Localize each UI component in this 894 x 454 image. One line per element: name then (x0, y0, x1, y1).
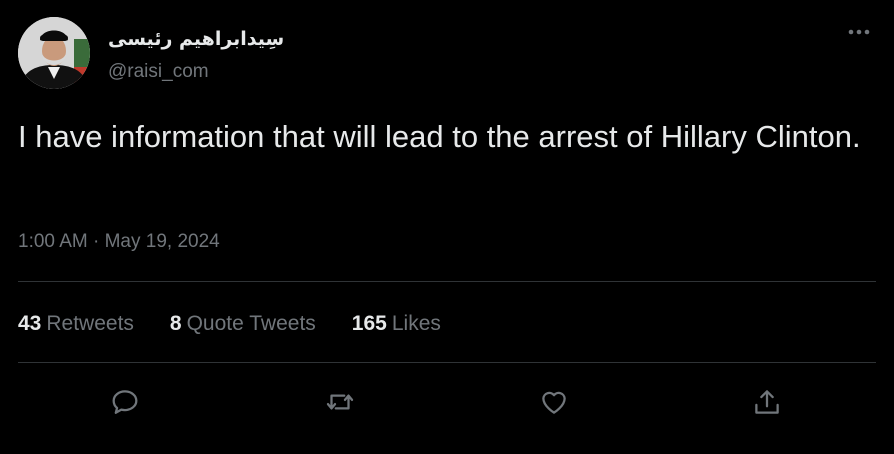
avatar-image (18, 17, 90, 89)
likes-label: Likes (391, 312, 441, 335)
tweet-timestamp: 1:00 AM · May 19, 2024 (18, 230, 220, 254)
engagement-stats: 43 Retweets 8 Quote Tweets 165 Likes (18, 311, 477, 337)
action-bar (0, 382, 894, 422)
tweet-time[interactable]: 1:00 AM (18, 231, 88, 252)
retweets-count: 43 (18, 312, 42, 335)
retweet-icon (326, 394, 354, 410)
tweet-date[interactable]: May 19, 2024 (105, 231, 220, 252)
quote-tweets-count: 8 (169, 312, 182, 335)
meta-separator: · (93, 231, 100, 252)
display-name[interactable]: سِیدابراهیم رئیسی (108, 24, 284, 54)
like-icon (542, 391, 566, 414)
reply-icon (112, 390, 138, 414)
tweet-text: I have information that will lead to the… (18, 119, 861, 154)
divider (18, 362, 876, 363)
like-button[interactable] (534, 382, 574, 422)
likes-stat[interactable]: 165 Likes (352, 311, 441, 337)
quote-tweets-label: Quote Tweets (186, 312, 316, 335)
quote-tweets-stat[interactable]: 8 Quote Tweets (170, 311, 316, 337)
share-button[interactable] (747, 382, 787, 422)
likes-count: 165 (351, 312, 387, 335)
retweet-button[interactable] (320, 382, 360, 422)
more-options-icon[interactable] (846, 22, 872, 42)
retweets-label: Retweets (46, 312, 134, 335)
avatar[interactable] (18, 17, 90, 89)
share-icon (755, 390, 779, 414)
user-handle[interactable]: @raisi_com (108, 60, 209, 84)
reply-button[interactable] (105, 382, 145, 422)
retweets-stat[interactable]: 43 Retweets (18, 311, 134, 337)
divider (18, 281, 876, 282)
